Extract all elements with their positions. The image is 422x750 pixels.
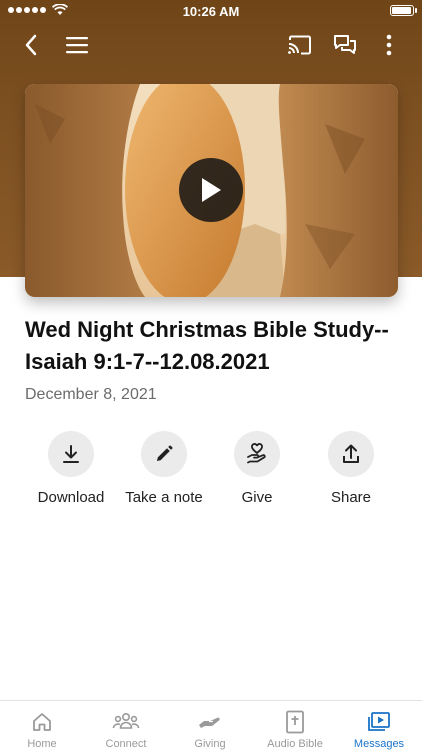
chevron-left-icon: [25, 34, 37, 56]
cast-icon: [288, 35, 311, 55]
tab-messages[interactable]: Messages: [337, 701, 421, 750]
give-circle: [234, 431, 280, 477]
play-button[interactable]: [179, 158, 243, 222]
download-circle: [48, 431, 94, 477]
share-icon: [343, 444, 359, 463]
message-title: Wed Night Christmas Bible Study--Isaiah …: [25, 317, 389, 374]
tab-giving[interactable]: Giving: [168, 701, 252, 750]
action-row: Download Take a note Give Share: [0, 431, 422, 511]
battery-icon: [390, 5, 417, 16]
tab-giving-label: Giving: [194, 738, 226, 750]
more-options-button[interactable]: [374, 30, 404, 60]
pencil-icon: [157, 445, 173, 461]
tab-audio-bible-label: Audio Bible: [267, 738, 323, 750]
tab-audio-bible[interactable]: Audio Bible: [253, 701, 337, 750]
cast-button[interactable]: [285, 30, 315, 60]
tab-connect-label: Connect: [105, 738, 147, 750]
bible-icon: [286, 710, 304, 734]
tab-home[interactable]: Home: [0, 701, 84, 750]
hamburger-menu-icon: [66, 37, 88, 54]
chat-bubbles-icon: [334, 35, 356, 54]
status-bar: 10:26 AM: [0, 0, 422, 22]
share-button[interactable]: Share: [296, 431, 406, 506]
chat-button[interactable]: [330, 30, 360, 60]
giving-hand-icon: [199, 717, 220, 728]
video-thumbnail[interactable]: [25, 84, 398, 297]
take-note-circle: [141, 431, 187, 477]
play-icon: [202, 178, 221, 202]
play-messages-icon: [368, 712, 390, 731]
back-button[interactable]: [16, 30, 46, 60]
tab-messages-label: Messages: [353, 738, 405, 750]
nav-bar: [0, 26, 422, 62]
share-label: Share: [330, 489, 372, 506]
tab-home-label: Home: [27, 738, 57, 750]
heart-hand-icon: [247, 443, 266, 464]
message-date: December 8, 2021: [25, 386, 157, 403]
home-icon: [33, 713, 51, 731]
more-vertical-icon: [386, 34, 392, 56]
share-circle: [328, 431, 374, 477]
tab-connect[interactable]: Connect: [84, 701, 168, 750]
people-icon: [112, 712, 140, 729]
download-icon: [63, 445, 79, 463]
status-time: 10:26 AM: [182, 4, 240, 19]
tab-bar: Home Connect Giving Audio Bible Messages: [0, 700, 422, 750]
menu-button[interactable]: [62, 30, 92, 60]
battery-level: [392, 7, 411, 14]
